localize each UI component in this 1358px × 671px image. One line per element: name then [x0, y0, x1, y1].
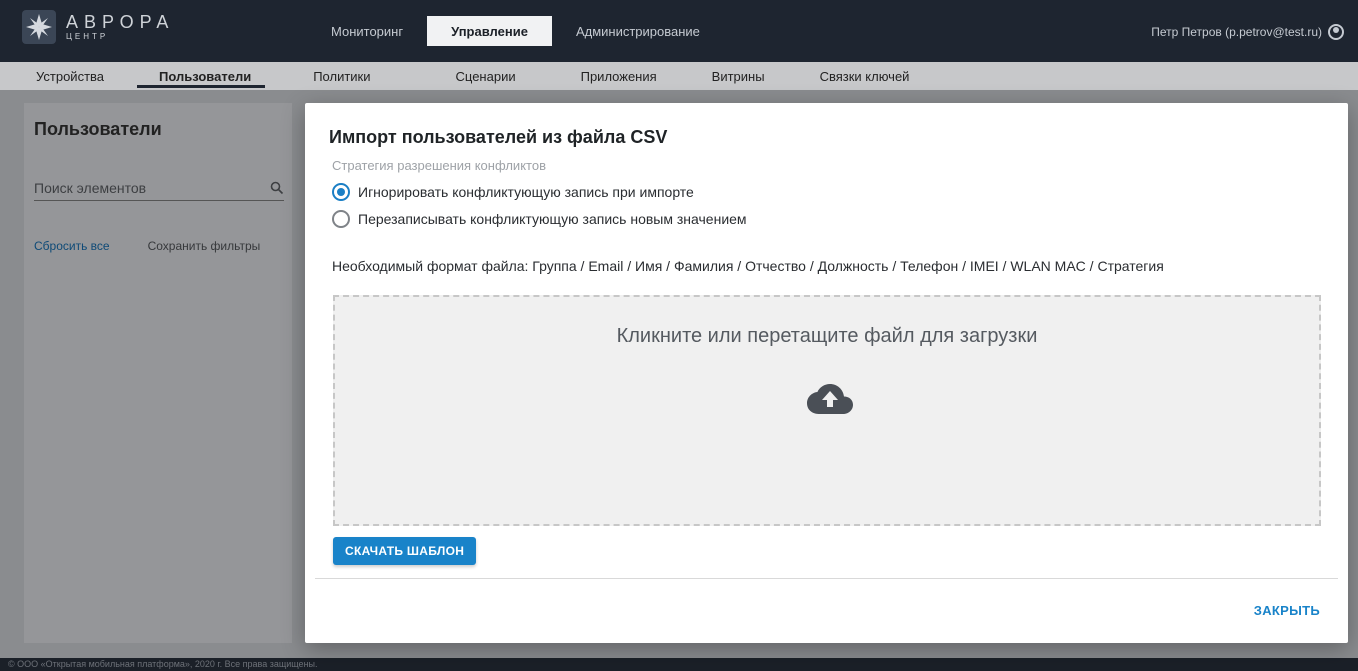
users-filter-panel: Пользователи Поиск элементов Сбросить вс… [24, 103, 292, 643]
logo-name: АВРОРА [66, 12, 175, 32]
radio-option-ignore[interactable]: Игнорировать конфликтующую запись при им… [332, 183, 694, 201]
download-template-button[interactable]: СКАЧАТЬ ШАБЛОН [333, 537, 477, 565]
panel-title: Пользователи [34, 119, 162, 139]
aurora-logo-icon [22, 10, 56, 44]
top-header: АВРОРА ЦЕНТР Мониторинг Управление Админ… [0, 0, 1358, 62]
tab-management[interactable]: Управление [427, 16, 552, 46]
subnav-keychains[interactable]: Связки ключей [790, 62, 935, 90]
subnav-scenarios[interactable]: Сценарии [396, 62, 541, 90]
subnav-showcases[interactable]: Витрины [682, 62, 790, 90]
file-dropzone[interactable]: Кликните или перетащите файл для загрузк… [333, 295, 1321, 526]
search-placeholder: Поиск элементов [34, 179, 147, 196]
radio-option-overwrite[interactable]: Перезаписывать конфликтующую запись новы… [332, 210, 747, 228]
subnav-users[interactable]: Пользователи [129, 62, 273, 90]
dialog-title: Импорт пользователей из файла CSV [329, 127, 668, 147]
radio-label-ignore: Игнорировать конфликтующую запись при им… [358, 184, 694, 200]
radio-label-overwrite: Перезаписывать конфликтующую запись новы… [358, 211, 747, 227]
cloud-upload-icon [807, 384, 853, 414]
close-button[interactable]: ЗАКРЫТЬ [1254, 603, 1320, 618]
radio-checked-icon[interactable] [332, 183, 350, 201]
footer: © ООО «Открытая мобильная платформа», 20… [0, 658, 1358, 671]
subnav-devices[interactable]: Устройства [0, 62, 129, 90]
search-icon [270, 181, 284, 194]
subnav-policies[interactable]: Политики [273, 62, 395, 90]
app-logo[interactable]: АВРОРА ЦЕНТР [22, 10, 292, 44]
logo-subtitle: ЦЕНТР [66, 32, 109, 41]
file-format-hint: Необходимый формат файла: Группа / Email… [332, 258, 1164, 274]
subnav-applications[interactable]: Приложения [541, 62, 682, 90]
save-filters-link[interactable]: Сохранить фильтры [148, 239, 261, 253]
tab-monitoring[interactable]: Мониторинг [307, 16, 427, 46]
search-input[interactable]: Поиск элементов [34, 175, 284, 201]
user-menu[interactable]: Петр Петров (p.petrov@test.ru) [1151, 24, 1344, 40]
radio-unchecked-icon[interactable] [332, 210, 350, 228]
dropzone-text: Кликните или перетащите файл для загрузк… [616, 325, 1038, 347]
main-tabs: Мониторинг Управление Администрирование [307, 16, 724, 46]
sub-navigation: Устройства Пользователи Политики Сценари… [0, 62, 1358, 90]
dialog-divider [315, 578, 1338, 579]
user-circle-icon [1328, 24, 1344, 40]
reset-all-link[interactable]: Сбросить все [34, 239, 110, 253]
strategy-label: Стратегия разрешения конфликтов [332, 158, 546, 173]
tab-administration[interactable]: Администрирование [552, 16, 724, 46]
import-users-dialog: Импорт пользователей из файла CSV Страте… [305, 103, 1348, 643]
user-name: Петр Петров (p.petrov@test.ru) [1151, 25, 1322, 39]
